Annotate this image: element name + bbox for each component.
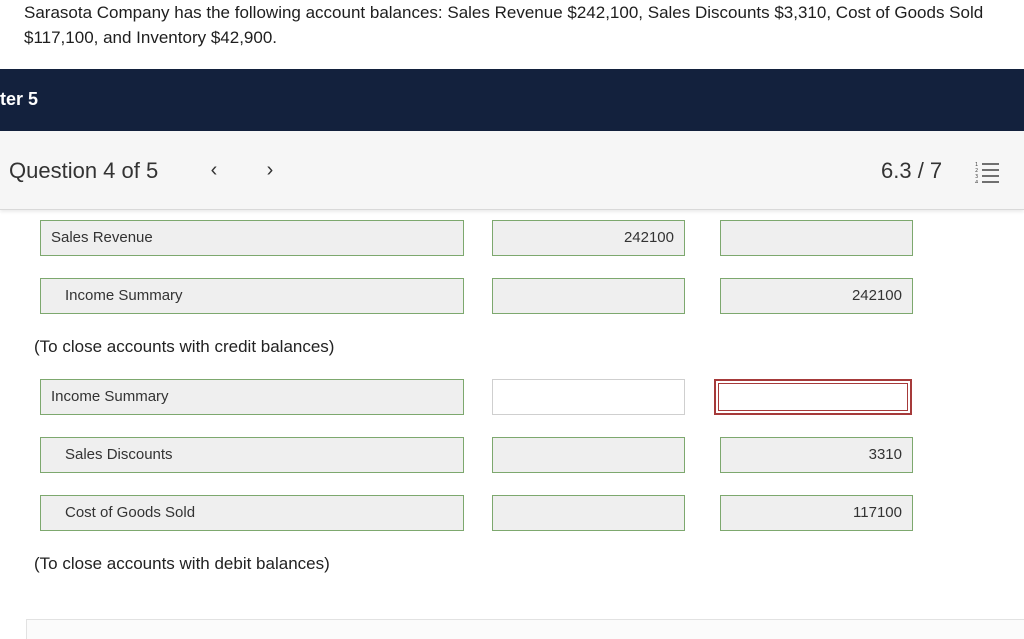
credit-field-income-summary-debit-error[interactable] <box>714 379 912 415</box>
account-field-sales-revenue[interactable]: Sales Revenue <box>40 220 464 256</box>
chapter-label: ter 5 <box>0 89 39 109</box>
previous-question-button[interactable]: ‹ <box>202 157 226 183</box>
chapter-header: ter 5 <box>0 69 1024 131</box>
debit-field-sales-revenue[interactable]: 242100 <box>492 220 685 256</box>
credit-closing-note: (To close accounts with credit balances) <box>34 337 335 356</box>
credit-field-cost-of-goods-sold[interactable]: 117100 <box>720 495 913 531</box>
score-display: 6.3 / 7 <box>881 158 943 183</box>
credit-field-income-summary-credit[interactable]: 242100 <box>720 278 913 314</box>
account-field-sales-discounts[interactable]: Sales Discounts <box>40 437 464 473</box>
debit-field-sales-discounts[interactable] <box>492 437 685 473</box>
next-section-panel <box>26 619 1024 639</box>
question-title: Question 4 of 5 <box>9 158 159 183</box>
debit-field-cost-of-goods-sold[interactable] <box>492 495 685 531</box>
credit-field-sales-revenue[interactable] <box>720 220 913 256</box>
debit-field-income-summary-debit[interactable] <box>492 379 685 415</box>
credit-field-sales-discounts[interactable]: 3310 <box>720 437 913 473</box>
question-bar: Question 4 of 5 ‹ › 6.3 / 7 1 2 3 4 <box>0 131 1024 210</box>
question-list-icon[interactable]: 1 2 3 4 <box>974 161 1000 183</box>
debit-field-income-summary-credit[interactable] <box>492 278 685 314</box>
account-field-cost-of-goods-sold[interactable]: Cost of Goods Sold <box>40 495 464 531</box>
next-question-button[interactable]: › <box>258 157 282 183</box>
debit-closing-note: (To close accounts with debit balances) <box>34 554 330 573</box>
problem-statement: Sarasota Company has the following accou… <box>24 3 984 47</box>
svg-text:4: 4 <box>975 180 978 183</box>
account-field-income-summary-credit[interactable]: Income Summary <box>40 278 464 314</box>
account-field-income-summary-debit[interactable]: Income Summary <box>40 379 464 415</box>
